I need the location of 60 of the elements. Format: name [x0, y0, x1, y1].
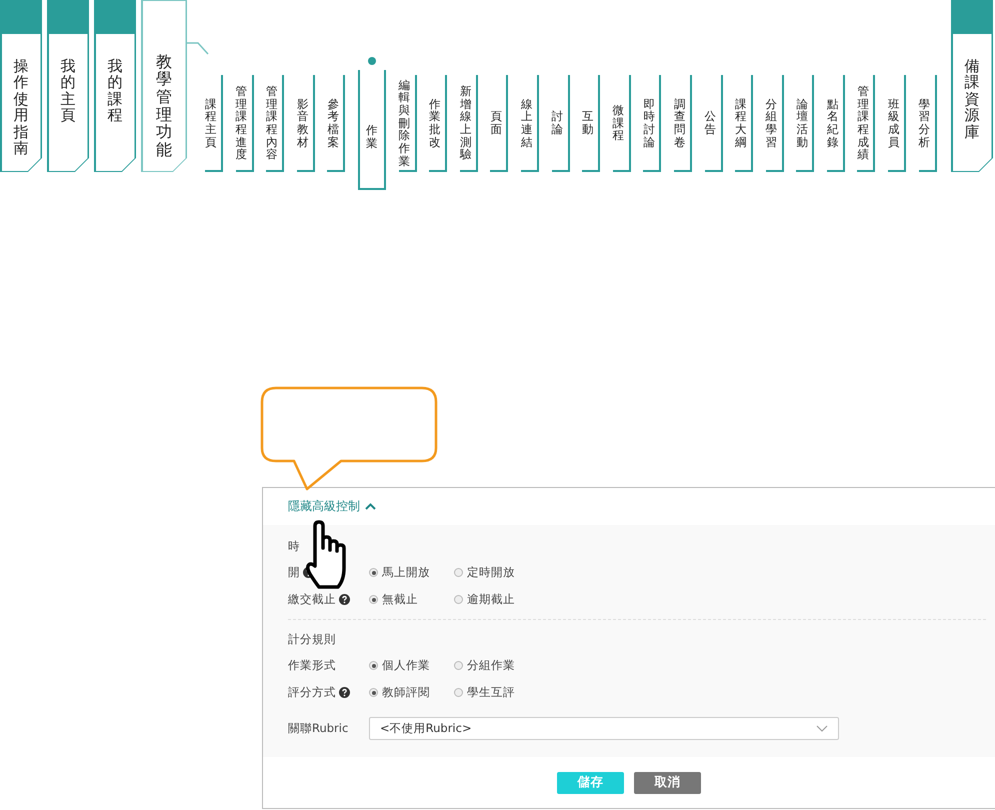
nav-tab[interactable]: 操作使用指南: [0, 0, 42, 172]
radio-button[interactable]: [454, 661, 463, 670]
section-title: 計分規則: [288, 632, 336, 646]
selection-dot: [368, 57, 376, 65]
sub-tab[interactable]: 學習分析: [918, 75, 937, 172]
radio-option[interactable]: 馬上開放: [369, 565, 454, 580]
sub-tab[interactable]: 討論: [552, 75, 570, 172]
nav-tab[interactable]: 教學管理功能: [141, 0, 187, 172]
help-icon[interactable]: [339, 687, 350, 698]
sub-tab[interactable]: 線上連結: [520, 75, 539, 172]
field-label: 關聯Rubric: [288, 721, 348, 736]
help-icon[interactable]: [339, 594, 350, 605]
sub-tab[interactable]: 頁面: [490, 75, 508, 172]
radio-option[interactable]: 無截止: [369, 592, 454, 607]
radio-button[interactable]: [454, 568, 463, 577]
radio-button[interactable]: [369, 661, 378, 670]
sub-tab[interactable]: 即時討論: [643, 75, 662, 172]
sub-tab[interactable]: 點名紀錄: [826, 75, 845, 172]
connector-line: [186, 42, 210, 56]
sub-tab[interactable]: 分組學習: [766, 75, 784, 172]
sub-tab[interactable]: 新增線上測驗: [460, 75, 478, 172]
nav-tab[interactable]: 我的主頁: [47, 0, 89, 172]
radio-option[interactable]: 學生互評: [454, 685, 539, 700]
chevron-up-icon: [365, 503, 376, 510]
sub-tab[interactable]: 參考檔案: [327, 75, 346, 172]
sub-tab[interactable]: 公告: [704, 75, 722, 172]
nav-tab[interactable]: 我的課程: [94, 0, 136, 172]
radio-option[interactable]: 逾期截止: [454, 592, 539, 607]
radio-button[interactable]: [454, 595, 463, 604]
field-label: 作業形式: [288, 658, 336, 673]
sub-tab[interactable]: 管理課程內容: [266, 75, 284, 172]
sub-tab[interactable]: 作業批改: [429, 75, 448, 172]
field-label: 繳交截止: [288, 592, 336, 607]
field-label: 評分方式: [288, 685, 336, 700]
radio-button[interactable]: [454, 688, 463, 697]
sub-tab[interactable]: 課程大綱: [735, 75, 754, 172]
sub-tab[interactable]: 班級成員: [888, 75, 906, 172]
radio-option[interactable]: 分組作業: [454, 658, 539, 673]
sub-tab[interactable]: 管理課程成績: [857, 75, 876, 172]
radio-button[interactable]: [369, 568, 378, 577]
sub-tab[interactable]: 管理課程進度: [236, 75, 254, 172]
radio-option[interactable]: 教師評閱: [369, 685, 454, 700]
cancel-button[interactable]: 取消: [634, 772, 701, 794]
chevron-down-icon: [816, 725, 828, 732]
nav-tab[interactable]: 備課資源庫: [951, 0, 993, 172]
sub-tab[interactable]: 影音教材: [296, 75, 315, 172]
advanced-toggle[interactable]: 隱藏高級控制: [288, 498, 376, 515]
radio-button[interactable]: [369, 595, 378, 604]
sub-tab[interactable]: 調查問卷: [674, 75, 692, 172]
radio-option[interactable]: 個人作業: [369, 658, 454, 673]
sub-tab[interactable]: 微課程: [612, 75, 631, 172]
sub-tab[interactable]: 編輯與刪除作業: [398, 75, 417, 172]
sub-tab[interactable]: 論壇活動: [796, 75, 814, 172]
rubric-dropdown[interactable]: <不使用Rubric>: [369, 717, 839, 740]
sub-tab[interactable]: 課程主頁: [205, 75, 223, 172]
radio-option[interactable]: 定時開放: [454, 565, 539, 580]
section-title: 時: [288, 538, 300, 554]
field-label: 開: [288, 565, 300, 580]
radio-button[interactable]: [369, 688, 378, 697]
sub-tab[interactable]: 互動: [582, 75, 600, 172]
